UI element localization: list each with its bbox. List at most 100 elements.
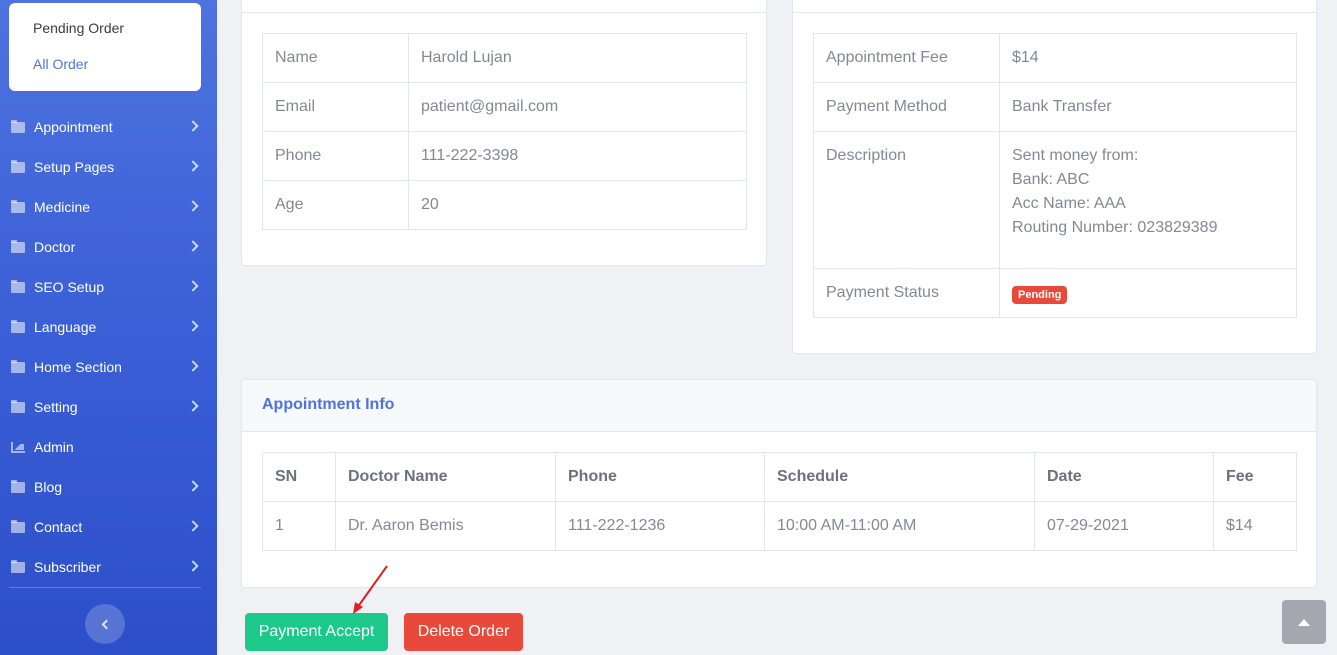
table-row: Appointment Fee $14 bbox=[813, 33, 1297, 83]
folder-icon bbox=[11, 399, 25, 413]
folder-icon bbox=[11, 199, 25, 213]
order-submenu: Pending Order All Order bbox=[9, 3, 201, 91]
folder-icon bbox=[11, 359, 25, 373]
chevron-right-icon bbox=[187, 520, 199, 532]
patient-info-table: Name Harold Lujan Email patient@gmail.co… bbox=[262, 33, 747, 230]
field-label: Email bbox=[262, 82, 409, 132]
column-header: Fee bbox=[1213, 452, 1297, 502]
description-line: Acc Name: AAA bbox=[1012, 195, 1126, 212]
table-row: Age 20 bbox=[262, 180, 747, 230]
field-label: Description bbox=[813, 131, 1000, 269]
chart-area-icon bbox=[11, 441, 25, 453]
patient-email: patient@gmail.com bbox=[408, 82, 747, 132]
sidebar-item-label: Home Section bbox=[34, 359, 122, 375]
sidebar-item-admin[interactable]: Admin bbox=[0, 427, 217, 467]
sidebar-item-language[interactable]: Language bbox=[0, 307, 217, 347]
table-row: 1 Dr. Aaron Bemis 111-222-1236 10:00 AM-… bbox=[262, 501, 1297, 551]
submenu-all-order[interactable]: All Order bbox=[33, 56, 88, 72]
card-header-divider bbox=[242, 12, 766, 13]
description-line: Routing Number: 023829389 bbox=[1012, 219, 1218, 236]
submenu-pending-order[interactable]: Pending Order bbox=[33, 20, 124, 36]
payment-info-card: Appointment Fee $14 Payment Method Bank … bbox=[792, 0, 1317, 354]
status-badge: Pending bbox=[1012, 286, 1068, 304]
chevron-right-icon bbox=[187, 400, 199, 412]
field-label: Phone bbox=[262, 131, 409, 181]
sidebar-divider bbox=[9, 587, 201, 588]
table-row: Phone 111-222-3398 bbox=[262, 131, 747, 181]
card-title: Appointment Info bbox=[262, 396, 395, 413]
sidebar-item-setup-pages[interactable]: Setup Pages bbox=[0, 147, 217, 187]
folder-icon bbox=[11, 159, 25, 173]
chevron-right-icon bbox=[187, 160, 199, 172]
scroll-to-top-button[interactable] bbox=[1282, 600, 1326, 644]
sidebar-item-medicine[interactable]: Medicine bbox=[0, 187, 217, 227]
folder-icon bbox=[11, 279, 25, 293]
appointment-fee: $14 bbox=[999, 33, 1297, 83]
chevron-right-icon bbox=[187, 200, 199, 212]
sidebar-toggle-button[interactable] bbox=[85, 604, 125, 644]
sidebar-item-doctor[interactable]: Doctor bbox=[0, 227, 217, 267]
table-cell: 07-29-2021 bbox=[1034, 501, 1214, 551]
patient-name: Harold Lujan bbox=[408, 33, 747, 83]
sidebar: Pending Order All Order Appointment Setu… bbox=[0, 0, 217, 655]
sidebar-item-label: Admin bbox=[34, 439, 74, 455]
card-header-divider bbox=[793, 12, 1316, 13]
column-header: SN bbox=[262, 452, 336, 502]
table-cell: 111-222-1236 bbox=[555, 501, 765, 551]
delete-order-button[interactable]: Delete Order bbox=[404, 613, 523, 651]
field-label: Appointment Fee bbox=[813, 33, 1000, 83]
column-header: Date bbox=[1034, 452, 1214, 502]
sidebar-item-label: Medicine bbox=[34, 199, 91, 215]
folder-icon bbox=[11, 479, 25, 493]
sidebar-item-home-section[interactable]: Home Section bbox=[0, 347, 217, 387]
field-label: Name bbox=[262, 33, 409, 83]
sidebar-item-setting[interactable]: Setting bbox=[0, 387, 217, 427]
annotation-arrow-icon bbox=[353, 565, 388, 614]
table-cell: $14 bbox=[1213, 501, 1297, 551]
chevron-right-icon bbox=[187, 560, 199, 572]
table-row: Description Sent money from: Bank: ABC A… bbox=[813, 131, 1297, 269]
description-line: Sent money from: bbox=[1012, 147, 1139, 164]
field-label: Payment Method bbox=[813, 82, 1000, 132]
chevron-right-icon bbox=[187, 360, 199, 372]
payment-status-cell: Pending bbox=[999, 268, 1297, 318]
sidebar-item-label: SEO Setup bbox=[34, 279, 105, 295]
sidebar-item-label: Setting bbox=[34, 399, 78, 415]
table-row: Payment Method Bank Transfer bbox=[813, 82, 1297, 132]
sidebar-item-blog[interactable]: Blog bbox=[0, 467, 217, 507]
table-row: Name Harold Lujan bbox=[262, 33, 747, 83]
chevron-left-icon bbox=[101, 619, 112, 629]
sidebar-item-seo-setup[interactable]: SEO Setup bbox=[0, 267, 217, 307]
sidebar-item-appointment[interactable]: Appointment bbox=[0, 107, 217, 147]
sidebar-item-label: Blog bbox=[34, 479, 63, 495]
sidebar-item-label: Subscriber bbox=[34, 559, 101, 575]
table-row: Payment Status Pending bbox=[813, 268, 1297, 318]
card-header: Appointment Info bbox=[242, 380, 1316, 432]
chevron-right-icon bbox=[187, 280, 199, 292]
folder-icon bbox=[11, 559, 25, 573]
chevron-up-icon bbox=[1298, 618, 1310, 626]
sidebar-item-label: Language bbox=[34, 319, 97, 335]
chevron-right-icon bbox=[187, 240, 199, 252]
field-label: Payment Status bbox=[813, 268, 1000, 318]
folder-icon bbox=[11, 239, 25, 253]
folder-icon bbox=[11, 519, 25, 533]
folder-icon bbox=[11, 319, 25, 333]
description-line: Bank: ABC bbox=[1012, 171, 1090, 188]
column-header: Schedule bbox=[764, 452, 1035, 502]
sidebar-item-subscriber[interactable]: Subscriber bbox=[0, 547, 217, 587]
payment-info-table: Appointment Fee $14 Payment Method Bank … bbox=[813, 33, 1297, 318]
table-cell: 10:00 AM-11:00 AM bbox=[764, 501, 1035, 551]
chevron-right-icon bbox=[187, 480, 199, 492]
table-row: Email patient@gmail.com bbox=[262, 82, 747, 132]
sidebar-item-contact[interactable]: Contact bbox=[0, 507, 217, 547]
patient-age: 20 bbox=[408, 180, 747, 230]
table-cell: 1 bbox=[262, 501, 336, 551]
column-header: Phone bbox=[555, 452, 765, 502]
payment-method: Bank Transfer bbox=[999, 82, 1297, 132]
chevron-right-icon bbox=[187, 120, 199, 132]
appointment-info-card: Appointment Info SN Doctor Name Phone Sc… bbox=[241, 379, 1317, 588]
sidebar-item-label: Contact bbox=[34, 519, 83, 535]
patient-phone: 111-222-3398 bbox=[408, 131, 747, 181]
payment-description: Sent money from: Bank: ABC Acc Name: AAA… bbox=[999, 131, 1297, 269]
